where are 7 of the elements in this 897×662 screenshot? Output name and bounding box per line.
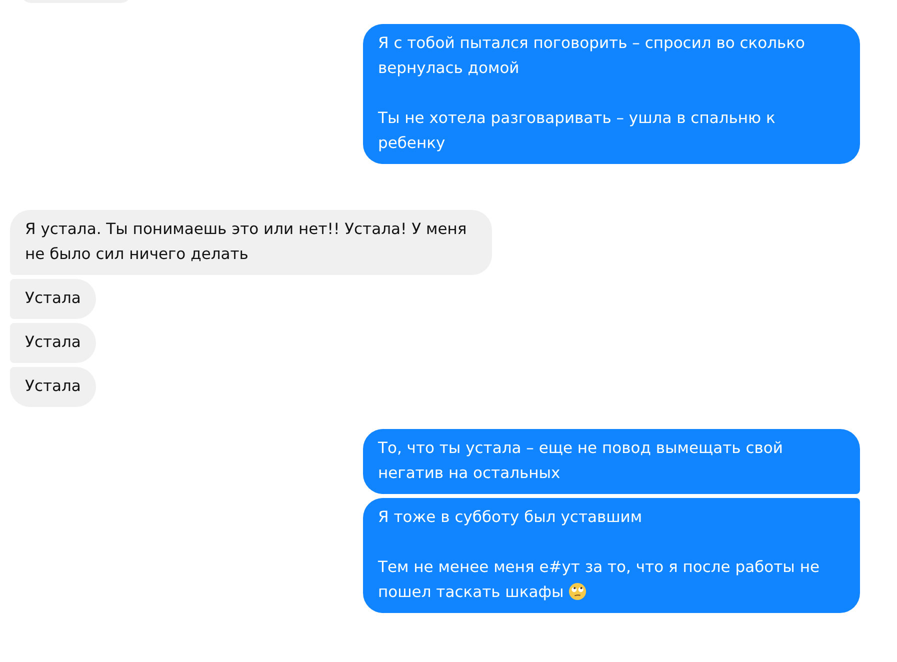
message-bubble: Устала <box>10 323 96 363</box>
message-bubble: То, что ты устала – еще не повод вымещать свой негатив на остальных <box>363 429 860 494</box>
message-bubble: Я устала. Ты понимаешь это или нет!! Устала! У меня не было сил ничего делать <box>10 210 492 275</box>
message-bubble: Устала <box>10 279 96 319</box>
message-bubble: Устала <box>10 367 96 407</box>
message-bubble: Я тоже в субботу был уставшим Тем не менее меня е#ут за то, что я после работы не пошел таскать шкафы <box>363 498 860 613</box>
message-bubble: Я с тобой пытался поговорить – спросил во сколько вернулась домой Ты не хотела разговаривать – ушла в спальню к ребенку <box>363 24 860 164</box>
